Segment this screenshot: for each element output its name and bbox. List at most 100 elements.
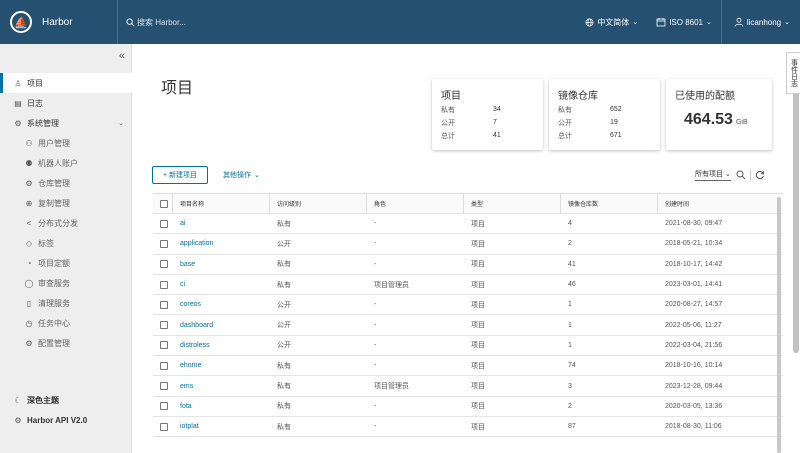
project-name-link[interactable]: iotplat [173,417,270,436]
sidebar-item-label: 日志 [27,98,43,108]
row-checkbox-cell [153,275,173,294]
row-checkbox[interactable] [160,341,168,350]
row-checkbox[interactable] [160,219,168,228]
column-header-access[interactable]: 访问级别 [270,194,367,213]
search-icon[interactable] [736,170,746,180]
row-checkbox-cell [153,336,173,355]
search-input[interactable]: 搜索 Harbor... [126,17,186,28]
column-header-name[interactable]: 项目名称 [173,194,270,213]
project-name-link[interactable]: ai [173,214,270,233]
refresh-icon[interactable] [755,170,765,180]
other-operations-dropdown[interactable]: 其他操作 ⌄ [223,166,260,184]
row-checkbox[interactable] [160,402,168,411]
role-text: - [374,402,377,410]
project-name-link[interactable]: distroless [173,336,270,355]
row-checkbox[interactable] [160,361,168,370]
api-explorer-link[interactable]: ⚙ Harbor API V2.0 [0,410,132,430]
sidebar-item-interrogation[interactable]: ◯ 审查服务 [0,273,132,293]
project-name-link-text[interactable]: iotplat [180,423,199,430]
sidebar-item-system-admin[interactable]: ⚙ 系统管理 ⌄ [0,113,132,133]
table-row[interactable]: distroless 公开 - 项目 1 2022-03-04, 21:56 [153,336,783,357]
table-row[interactable]: ci 私有 项目管理员 项目 46 2023-03-01, 14:41 [153,275,783,296]
quota-unit: GiB [735,119,748,126]
table-row[interactable]: ems 私有 项目管理员 项目 3 2023-12-28, 09:44 [153,376,783,397]
sidebar-item-projects[interactable]: ♙ 项目 [0,73,132,93]
project-name-link-text[interactable]: ems [180,383,193,390]
column-header-type[interactable]: 类型 [464,194,561,213]
row-checkbox[interactable] [160,280,168,289]
project-name-link[interactable]: coreos [173,295,270,314]
table-row[interactable]: coreos 公开 - 项目 1 2020-08-27, 14:57 [153,295,783,316]
project-name-link-text[interactable]: base [180,261,195,268]
project-name-link[interactable]: application [173,234,270,253]
project-type-text: 项目 [471,362,485,370]
creation-time-text: 2018-10-17, 14:42 [665,260,723,268]
role-text: - [374,362,377,370]
column-header-role[interactable]: 角色 [367,194,464,213]
project-name-link[interactable]: ems [173,376,270,395]
event-log-tab[interactable]: 事件日志 [786,52,800,94]
table-row[interactable]: ehome 私有 - 项目 74 2018-10-16, 10:14 [153,356,783,377]
row-checkbox[interactable] [160,422,168,431]
sidebar-item-registries[interactable]: ⚙ 仓库管理 [0,173,132,193]
project-name-link-text[interactable]: ci [180,281,185,288]
access-level: 公开 [270,234,367,253]
total-label: 总计 [558,132,572,140]
sidebar-item-distribution[interactable]: < 分布式分发 [0,213,132,233]
row-checkbox-cell [153,295,173,314]
table-scrollbar-thumb[interactable] [777,197,781,453]
project-name-link[interactable]: ehome [173,356,270,375]
repo-count: 87 [561,417,658,436]
sidebar-item-robot-accounts[interactable]: ⚉ 机器人账户 [0,153,132,173]
sidebar-item-quotas[interactable]: ◔ 项目定额 [0,253,132,273]
sidebar-item-replications[interactable]: ⊕ 复制管理 [0,193,132,213]
sidebar-item-jobs[interactable]: ◷ 任务中心 [0,313,132,333]
project-name-link-text[interactable]: dashboard [180,322,213,329]
project-name-link[interactable]: fota [173,397,270,416]
project-name-link[interactable]: ci [173,275,270,294]
brand[interactable]: ⛵ Harbor [0,0,118,44]
table-row[interactable]: base 私有 - 项目 41 2018-10-17, 14:42 [153,255,783,275]
row-checkbox[interactable] [160,321,168,330]
row-checkbox[interactable] [160,300,168,309]
access-level: 私有 [270,417,367,436]
repo-count-text: 4 [568,220,572,228]
new-project-button[interactable]: + 新建项目 [152,166,208,184]
language-selector[interactable]: 中文简体 ⌄ [576,0,647,44]
table-row[interactable]: fota 私有 - 项目 2 2020-03-05, 13:36 [153,397,783,417]
column-header-repo-count[interactable]: 镜像仓库数 [561,194,658,213]
project-name-link-text[interactable]: ai [180,220,185,227]
project-type: 项目 [464,295,561,314]
table-row[interactable]: iotplat 私有 - 项目 87 2018-08-30, 11:06 [153,417,783,438]
project-name-link-text[interactable]: distroless [180,342,210,349]
sidebar-item-users[interactable]: ⚇ 用户管理 [0,133,132,153]
row-checkbox[interactable] [160,260,168,269]
sidebar-item-gc[interactable]: ▯ 清理服务 [0,293,132,313]
dark-theme-toggle[interactable]: ☾ 深色主题 [0,390,132,410]
table-scrollbar[interactable] [777,197,782,453]
project-type: 项目 [464,315,561,334]
project-name-link-text[interactable]: fota [180,403,192,410]
sidebar-item-config[interactable]: ⚙ 配置管理 [0,333,132,353]
row-checkbox[interactable] [160,239,168,248]
row-checkbox[interactable] [160,382,168,391]
user-menu[interactable]: licanhong ⌄ [720,0,800,44]
creation-time: 2023-12-28, 09:44 [658,376,783,395]
table-row[interactable]: ai 私有 - 项目 4 2021-08-30, 09:47 [153,214,783,235]
sidebar-item-logs[interactable]: ▤ 日志 [0,93,132,113]
project-name-link-text[interactable]: coreos [180,301,201,308]
project-name-link-text[interactable]: ehome [180,362,201,369]
project-name-link[interactable]: dashboard [173,315,270,334]
project-filter-select[interactable]: 所有项目 ⌄ [695,169,731,181]
date-format-label: ISO 8601 [669,17,703,27]
column-header-creation-time[interactable]: 创建时间 [658,194,783,213]
sidebar-item-labels[interactable]: ◇ 标签 [0,233,132,253]
page-scrollbar[interactable] [793,70,799,353]
table-row[interactable]: dashboard 公开 - 项目 1 2022-05-06, 11:27 [153,315,783,336]
date-format-selector[interactable]: ISO 8601 ⌄ [647,0,721,44]
select-all-checkbox[interactable] [160,199,168,208]
table-row[interactable]: application 公开 - 项目 2 2018-05-21, 10:34 [153,234,783,255]
collapse-sidebar-icon[interactable]: « [119,50,125,62]
project-name-link-text[interactable]: application [180,240,213,247]
project-name-link[interactable]: base [173,255,270,274]
